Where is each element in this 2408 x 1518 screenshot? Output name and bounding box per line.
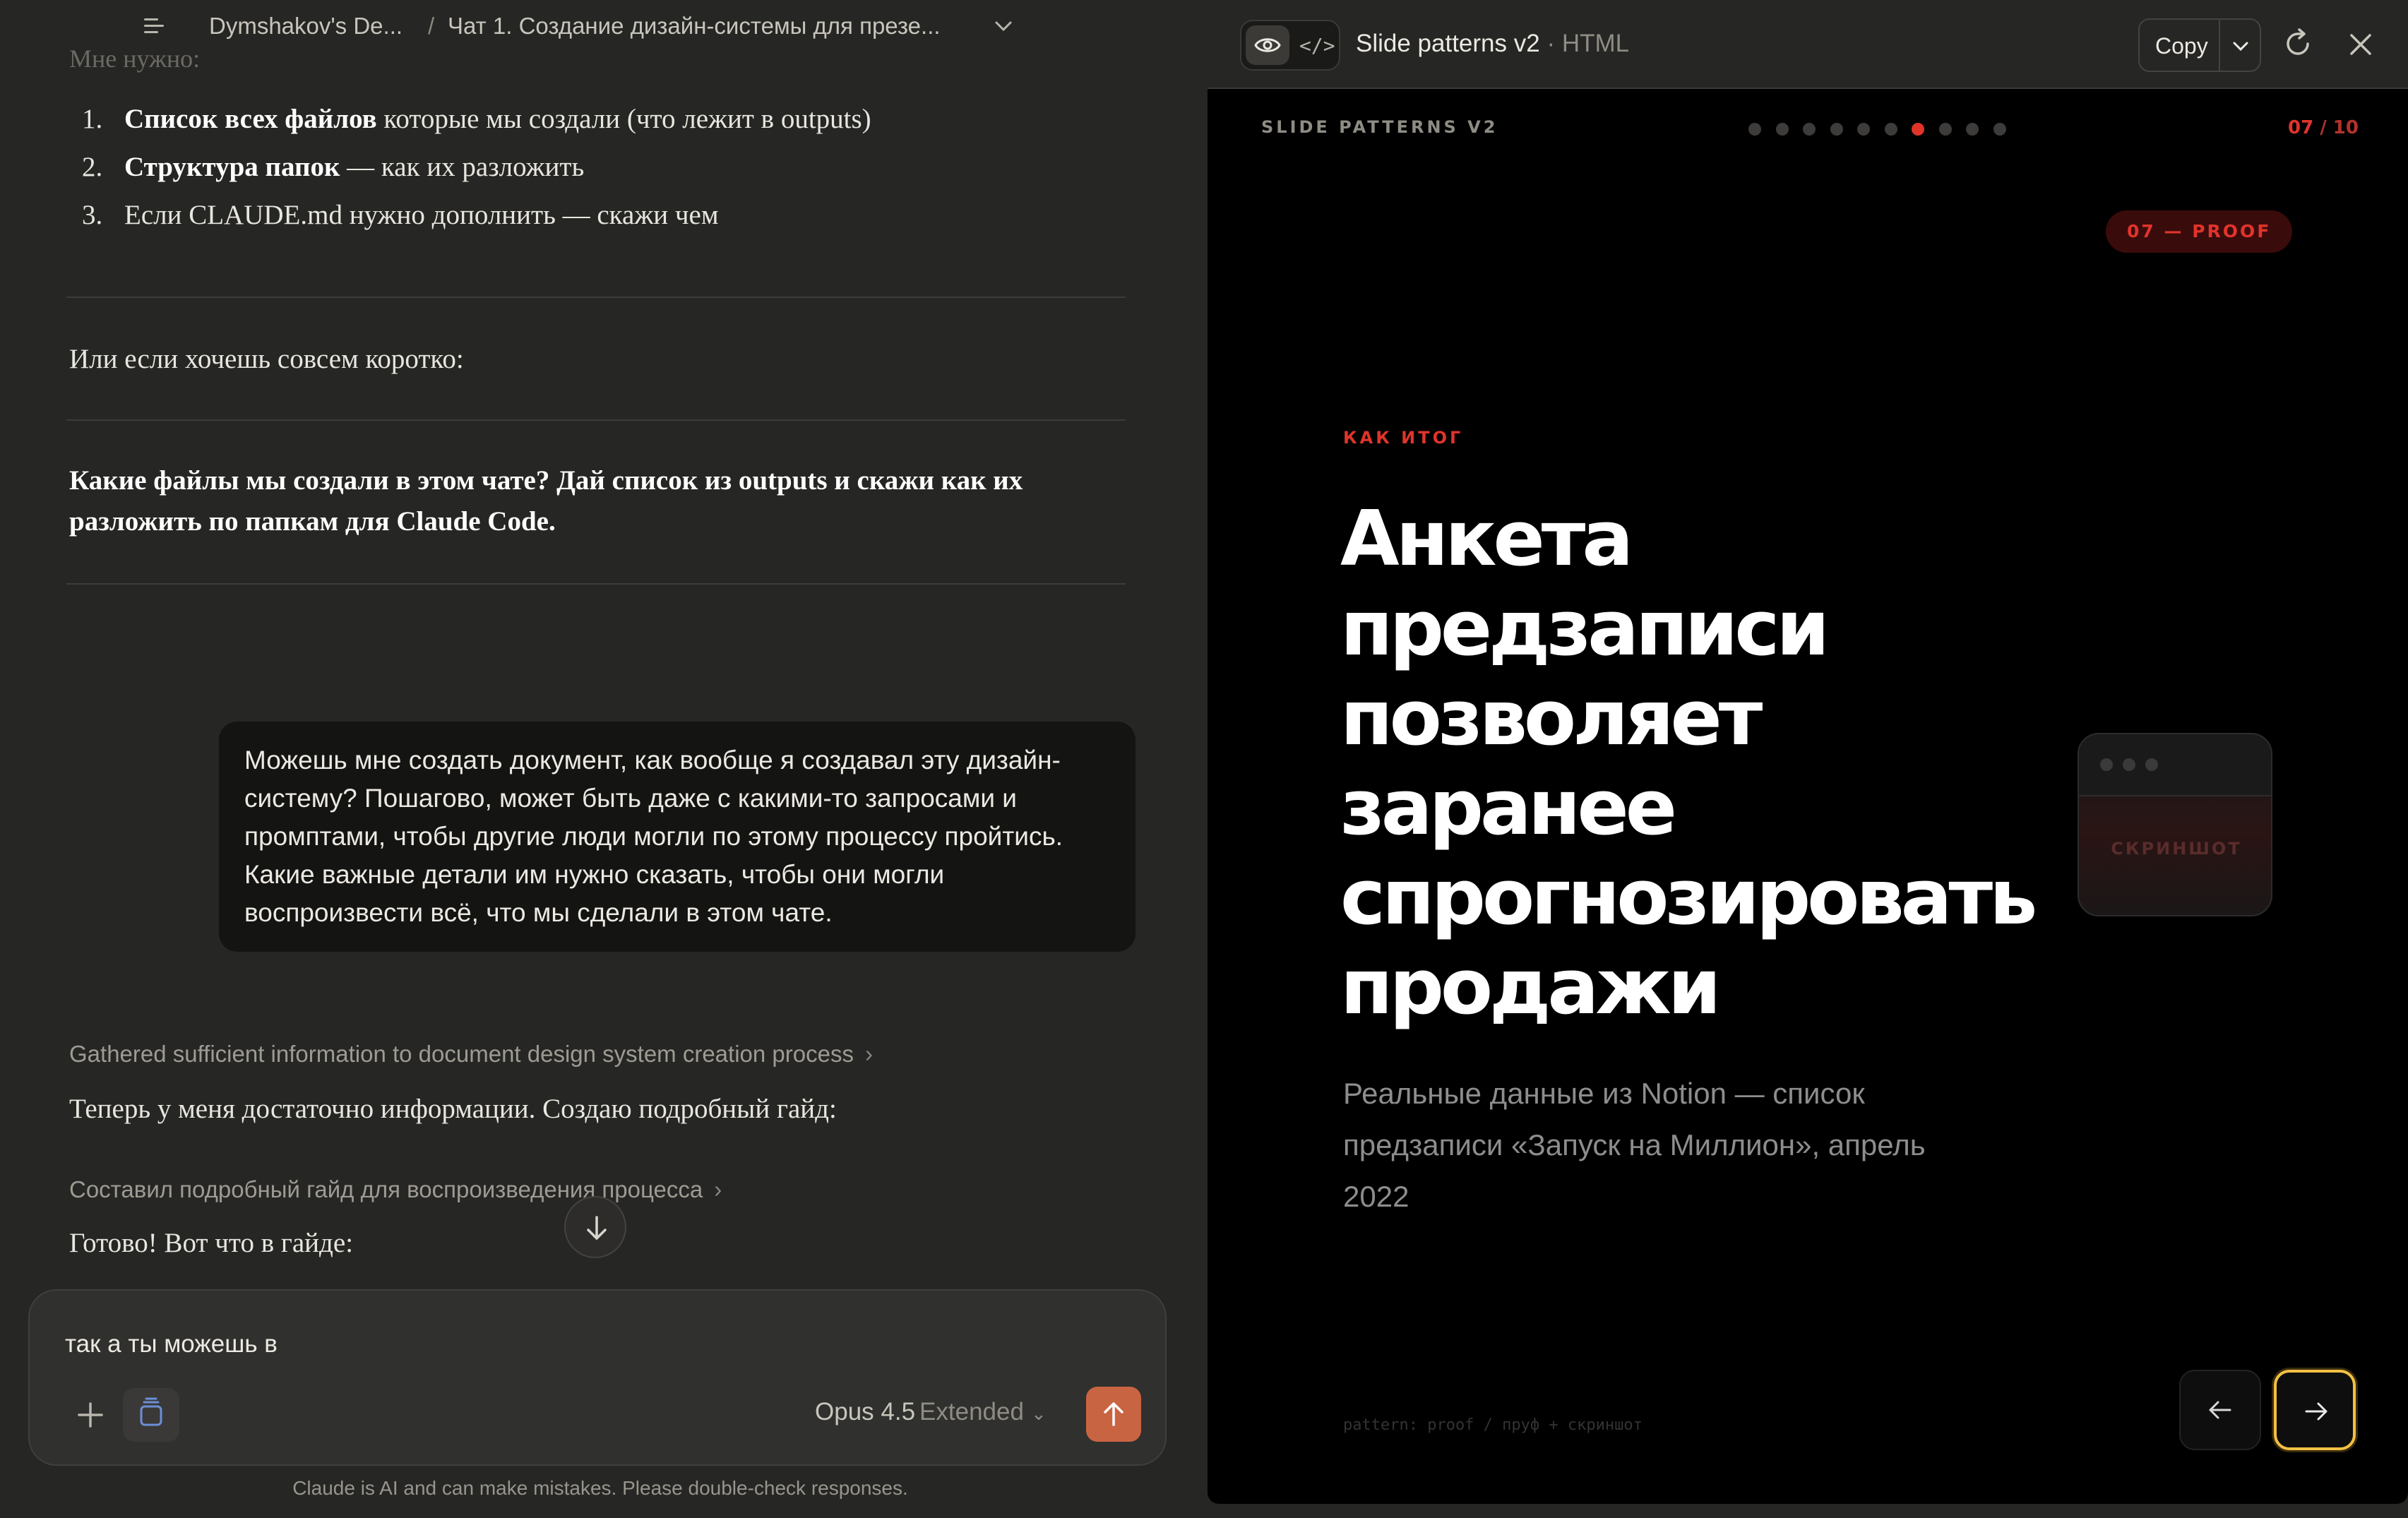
project-tools-button[interactable] [123,1388,179,1442]
send-button[interactable] [1086,1387,1141,1442]
thinking-summary-2[interactable]: Составил подробный гайд для воспроизведе… [69,1176,722,1203]
previous-slide-button[interactable] [2179,1370,2261,1450]
copy-button[interactable]: Copy [2138,18,2261,72]
short-prompt-text: Какие файлы мы создали в этом чате? Дай … [69,465,1023,537]
chevron-right-icon: › [864,1041,873,1067]
thinking-summary-1[interactable]: Gathered sufficient information to docum… [69,1041,873,1068]
list-item: 2. Структура папок — как их разложить [82,152,585,182]
artifact-title: Slide patterns v2 · HTML [1356,30,1630,57]
list-item: 3. Если CLAUDE.md нужно дополнить — скажи… [82,200,719,230]
steps-list: 1. Список всех файлов которые мы создали … [69,103,871,247]
code-icon[interactable]: </> [1299,34,1335,57]
breadcrumb-separator: / [428,13,435,39]
arrow-up-icon [1104,1402,1123,1426]
divider [66,297,1126,298]
message-input[interactable]: так а ты можешь в [65,1330,278,1358]
slide-dot[interactable] [1938,123,1952,136]
slide-dot[interactable] [1775,123,1789,136]
slide-dot[interactable] [1884,123,1897,136]
slide-dot[interactable] [1912,123,1924,136]
preview-toggle-button[interactable] [1246,25,1289,65]
arrow-left-icon [2209,1401,2231,1419]
refresh-icon[interactable] [2281,27,2315,62]
slide-counter: 07 / 10 [2288,117,2359,138]
model-selector[interactable]: Opus 4.5 Extended ⌄ [815,1398,1047,1426]
slide-deck-title: SLIDE PATTERNS V2 [1261,117,1498,137]
plus-icon[interactable] [69,1394,112,1436]
window-bar [2079,734,2271,796]
slide-dot[interactable] [1748,123,1761,136]
slide-dot[interactable] [1830,123,1843,136]
next-slide-button[interactable] [2274,1370,2356,1450]
slide-dot[interactable] [1803,123,1816,136]
disclaimer-text: Claude is AI and can make mistakes. Plea… [292,1477,908,1499]
short-intro-text: Или если хочешь совсем коротко: [69,344,464,374]
slide-dot[interactable] [1857,123,1870,136]
slide-dot[interactable] [1966,123,1979,136]
chevron-right-icon: › [714,1176,722,1202]
view-toggle: </> [1240,20,1340,71]
divider [66,583,1126,585]
close-icon[interactable] [2346,30,2376,59]
slide-footnote: pattern: proof / пруф + скриншот [1343,1416,1643,1434]
slide-dot[interactable] [1993,123,2006,136]
eye-icon [1254,38,1281,52]
breadcrumb-chat-title[interactable]: Чат 1. Создание дизайн-системы для презе… [448,13,941,40]
sidebar-menu-icon[interactable] [144,18,167,38]
slide-lead-text: Реальные данные из Notion — список предз… [1343,1077,1926,1213]
user-message-bubble: Можешь мне создать документ, как вообще … [219,722,1136,952]
divider [66,419,1126,421]
chevron-down-icon[interactable] [994,20,1013,32]
chevron-down-icon[interactable] [2229,37,2253,56]
artifact-panel: </> Slide patterns v2 · HTML Copy SLIDE … [1208,0,2408,1504]
stack-icon [140,1397,162,1426]
assistant-reply-2: Готово! Вот что в гайде: [69,1228,354,1258]
slide-tag-badge: 07 — PROOF [2106,210,2293,253]
arrow-right-icon [2305,1402,2327,1421]
arrow-down-icon [587,1216,607,1240]
chevron-down-icon: ⌄ [1030,1403,1047,1424]
breadcrumb-project[interactable]: Dymshakov's De... [209,13,403,40]
screenshot-label: СКРИНШОТ [2111,839,2242,859]
slide-headline: Анкета предзаписи позволяет заранее спро… [1340,495,2037,1032]
scroll-to-bottom-button[interactable] [564,1196,626,1258]
chat-pane: Dymshakov's De... / Чат 1. Создание диза… [0,0,1200,1518]
list-item: 1. Список всех файлов которые мы создали … [82,104,871,134]
artifact-toolbar: </> Slide patterns v2 · HTML Copy [1208,0,2408,89]
message-composer: так а ты можешь в Opus 4.5 Extended ⌄ [28,1289,1167,1466]
partial-line: Мне нужно: [69,44,201,73]
screenshot-placeholder: СКРИНШОТ [2078,733,2272,916]
assistant-reply-1: Теперь у меня достаточно информации. Соз… [69,1094,837,1124]
slide-kicker: КАК ИТОГ [1343,428,1464,448]
